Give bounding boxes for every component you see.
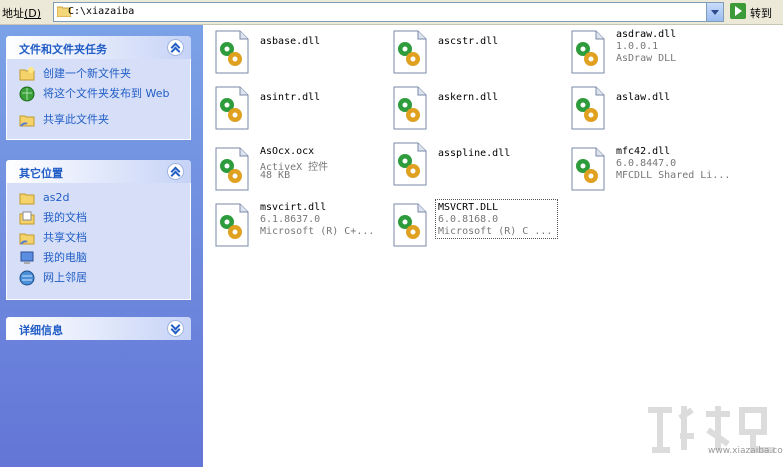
task-pane: 文件和文件夹任务 创建一个新文件夹 将这个文件夹发布到 Web 共享此文件夹 其…: [0, 25, 203, 467]
dll-file-icon: [215, 86, 249, 130]
address-label: 地址(D): [2, 7, 42, 20]
task-share-folder[interactable]: 共享此文件夹: [7, 111, 190, 131]
dll-file-icon: [393, 86, 427, 130]
dll-file-icon: [571, 147, 605, 191]
details-header[interactable]: 详细信息: [6, 317, 191, 340]
shared-documents-icon: [19, 233, 35, 245]
file-tasks-body: 创建一个新文件夹 将这个文件夹发布到 Web 共享此文件夹: [6, 59, 191, 140]
expand-icon[interactable]: [167, 320, 184, 337]
go-arrow-icon: [730, 3, 746, 19]
file-item[interactable]: AsOcx.ocx ActiveX 控件 48 KB: [214, 145, 384, 195]
file-item-selected[interactable]: MSVCRT.DLL 6.0.8168.0 Microsoft (R) C ..…: [392, 199, 562, 251]
dll-file-icon: [393, 203, 427, 247]
dll-file-icon: [393, 142, 427, 186]
publish-web-icon: [19, 86, 35, 102]
other-places-panel: 其它位置 as2d 我的文档 共享文档 我的电脑 网上邻居: [6, 160, 191, 300]
go-button[interactable]: 转到: [728, 2, 780, 21]
file-item[interactable]: asspline.dll: [392, 140, 562, 190]
address-path: C:\xiazaiba: [68, 6, 135, 17]
other-places-header[interactable]: 其它位置: [6, 160, 191, 183]
file-item[interactable]: mfc42.dll 6.0.8447.0 MFCDLL Shared Li...: [570, 145, 740, 195]
share-folder-icon: [19, 115, 35, 127]
details-panel: 详细信息: [6, 317, 191, 340]
watermark-text: www.xiazaiba.com: [708, 446, 783, 456]
collapse-icon[interactable]: [167, 163, 184, 180]
panel-title: 文件和文件夹任务: [19, 43, 107, 56]
file-item[interactable]: asdraw.dll 1.0.0.1 AsDraw DLL: [570, 28, 740, 78]
file-item[interactable]: ascstr.dll: [392, 28, 562, 78]
file-item[interactable]: askern.dll: [392, 84, 562, 134]
address-input[interactable]: C:\xiazaiba: [53, 2, 724, 22]
network-places-icon: [19, 270, 35, 286]
new-folder-icon: [19, 67, 35, 81]
dll-file-icon: [215, 203, 249, 247]
dll-file-icon: [571, 30, 605, 74]
dll-file-icon: [215, 30, 249, 74]
go-label: 转到: [750, 7, 772, 20]
place-network[interactable]: 网上邻居: [7, 269, 190, 289]
address-bar: 地址(D) C:\xiazaiba 转到: [0, 0, 783, 25]
file-tasks-header[interactable]: 文件和文件夹任务: [6, 36, 191, 59]
place-as2d[interactable]: as2d: [7, 189, 190, 209]
other-places-body: as2d 我的文档 共享文档 我的电脑 网上邻居: [6, 183, 191, 300]
ocx-file-icon: [215, 147, 249, 191]
dll-file-icon: [571, 86, 605, 130]
place-my-documents[interactable]: 我的文档: [7, 209, 190, 229]
place-my-computer[interactable]: 我的电脑: [7, 249, 190, 269]
file-item[interactable]: asintr.dll: [214, 84, 384, 134]
panel-title: 其它位置: [19, 167, 63, 180]
place-shared-documents[interactable]: 共享文档: [7, 229, 190, 249]
collapse-icon[interactable]: [167, 39, 184, 56]
my-computer-icon: [20, 251, 34, 264]
file-item[interactable]: asbase.dll: [214, 28, 384, 78]
panel-title: 详细信息: [19, 324, 63, 337]
task-new-folder[interactable]: 创建一个新文件夹: [7, 65, 190, 85]
address-dropdown-button[interactable]: [706, 3, 723, 21]
dll-file-icon: [393, 30, 427, 74]
file-item[interactable]: msvcirt.dll 6.1.8637.0 Microsoft (R) C+.…: [214, 201, 384, 251]
file-tasks-panel: 文件和文件夹任务 创建一个新文件夹 将这个文件夹发布到 Web 共享此文件夹: [6, 36, 191, 140]
file-item[interactable]: aslaw.dll: [570, 84, 740, 134]
task-publish-web[interactable]: 将这个文件夹发布到 Web: [7, 85, 190, 111]
my-documents-icon: [19, 211, 35, 225]
folder-icon: [19, 193, 35, 205]
